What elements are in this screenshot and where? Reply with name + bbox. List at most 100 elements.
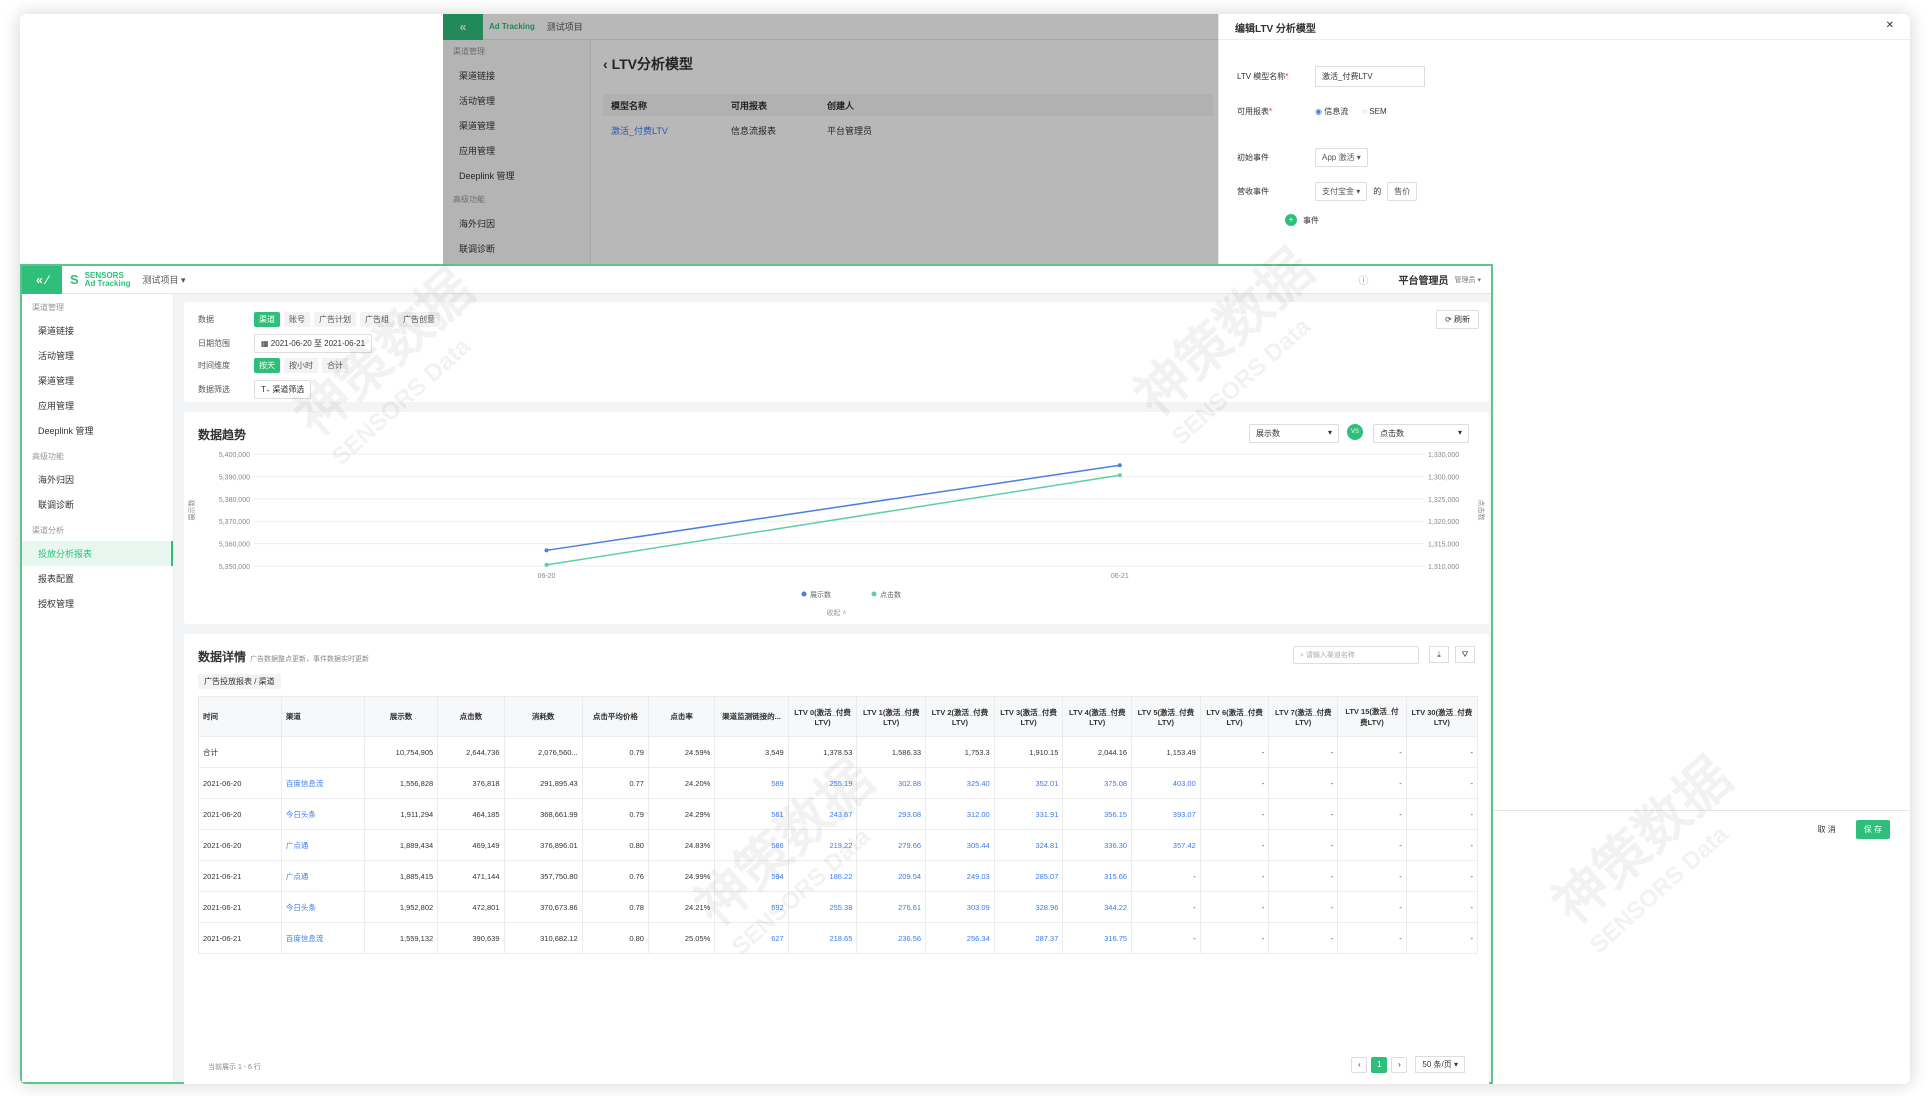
nav-item[interactable]: 海外归因 xyxy=(22,467,173,492)
page-1-button[interactable]: 1 xyxy=(1371,1056,1388,1073)
back-nav-item[interactable]: Deeplink 管理 xyxy=(443,163,590,188)
column-header[interactable]: 渠道监测链接的... xyxy=(714,696,789,737)
save-button[interactable]: 保 存 xyxy=(1855,820,1890,839)
init-event-select[interactable]: App 激活 ▾ xyxy=(1315,148,1368,167)
table-cell[interactable]: 287.37 xyxy=(993,922,1064,954)
column-header[interactable]: 点击数 xyxy=(437,696,505,737)
column-header[interactable]: LTV 15(激活_付费LTV) xyxy=(1337,696,1407,737)
column-header[interactable]: 渠道 xyxy=(280,696,365,737)
revenue-event-select[interactable]: 支付宝金 ▾ xyxy=(1315,182,1368,201)
column-header[interactable]: LTV 1(激活_付费LTV) xyxy=(856,696,927,737)
channel-filter-button[interactable]: T₊ 渠道筛选 xyxy=(254,380,312,399)
column-header[interactable]: LTV 6(激活_付费LTV) xyxy=(1199,696,1270,737)
table-cell[interactable]: 236.56 xyxy=(856,922,927,954)
table-cell[interactable]: 广点通 xyxy=(280,829,365,861)
add-event-button[interactable]: + 事件 xyxy=(1285,214,1319,226)
column-header[interactable]: LTV 4(激活_付费LTV) xyxy=(1062,696,1133,737)
table-cell[interactable]: 331.91 xyxy=(993,798,1064,830)
nav-item[interactable]: Deeplink 管理 xyxy=(22,418,173,443)
column-header[interactable]: 点击率 xyxy=(647,696,716,737)
table-cell[interactable]: 403.00 xyxy=(1131,767,1201,799)
back-project[interactable]: 测试项目 xyxy=(547,20,583,33)
column-header[interactable]: LTV 30(激活_付费LTV) xyxy=(1405,696,1479,737)
radio-info-flow[interactable]: ◉ 信息流 xyxy=(1315,106,1348,117)
table-cell[interactable]: 303.09 xyxy=(925,891,995,923)
back-nav-item[interactable]: 渠道链接 xyxy=(443,63,590,88)
table-cell[interactable]: 293.08 xyxy=(856,798,927,830)
table-cell[interactable]: 249.03 xyxy=(925,860,995,892)
table-cell[interactable]: 302.88 xyxy=(856,767,927,799)
collapse-toggle[interactable]: 收起 ˄ xyxy=(184,608,1489,618)
table-cell[interactable]: 255.19 xyxy=(787,767,858,799)
download-icon[interactable]: ⤓ xyxy=(1429,646,1449,663)
table-cell[interactable]: 今日头条 xyxy=(280,891,365,923)
column-header[interactable]: LTV 0(激活_付费LTV) xyxy=(787,696,858,737)
revenue-prop-select[interactable]: 售价 xyxy=(1387,182,1418,201)
table-cell[interactable]: 285.07 xyxy=(993,860,1064,892)
nav-item[interactable]: 渠道链接 xyxy=(22,318,173,343)
nav-item[interactable]: 应用管理 xyxy=(22,393,173,418)
back-nav-item[interactable]: 应用管理 xyxy=(443,138,590,163)
user-name[interactable]: 平台管理员 xyxy=(1399,272,1449,287)
table-cell[interactable]: 256.34 xyxy=(925,922,995,954)
table-cell[interactable]: 305.44 xyxy=(925,829,995,861)
table-cell[interactable]: 344.22 xyxy=(1062,891,1133,923)
column-header[interactable]: LTV 7(激活_付费LTV) xyxy=(1268,696,1339,737)
nav-item[interactable]: 活动管理 xyxy=(22,343,173,368)
channel-search-input[interactable]: ⌕ 请输入渠道名称 xyxy=(1293,646,1419,664)
back-nav-item[interactable]: 渠道管理 xyxy=(443,113,590,138)
table-cell[interactable]: 328.96 xyxy=(993,891,1064,923)
filter-funnel-icon[interactable]: ⛛ xyxy=(1455,646,1475,663)
table-cell[interactable]: 356.15 xyxy=(1062,798,1133,830)
tag-plan[interactable]: 广告计划 xyxy=(314,312,356,327)
table-cell[interactable]: 243.67 xyxy=(787,798,858,830)
nav-item[interactable]: 投放分析报表 xyxy=(22,541,173,566)
user-role[interactable]: 管理员 ▾ xyxy=(1455,275,1481,285)
column-header[interactable]: LTV 2(激活_付费LTV) xyxy=(925,696,995,737)
table-cell[interactable]: 广点通 xyxy=(280,860,365,892)
date-range-picker[interactable]: ▦ 2021-06-20 至 2021-06-21 xyxy=(254,334,373,353)
nav-item[interactable]: 渠道管理 xyxy=(22,368,173,393)
nav-item[interactable]: 联调诊断 xyxy=(22,492,173,517)
tag-by-day[interactable]: 按天 xyxy=(254,358,280,373)
help-icon[interactable]: ⓘ xyxy=(1359,272,1369,287)
column-header[interactable]: 点击平均价格 xyxy=(581,696,649,737)
table-cell[interactable]: 276.61 xyxy=(856,891,927,923)
tag-group[interactable]: 广告组 xyxy=(360,312,394,327)
column-header[interactable]: LTV 3(激活_付费LTV) xyxy=(993,696,1064,737)
back-nav-item[interactable]: 海外归因 xyxy=(443,211,590,236)
left-metric-select[interactable]: 展示数 ▾ xyxy=(1249,424,1339,443)
back-nav-item[interactable]: 活动管理 xyxy=(443,88,590,113)
collapse-logo[interactable]: « ⁄ xyxy=(22,265,62,294)
tag-total[interactable]: 合计 xyxy=(322,358,348,373)
table-cell[interactable]: 586 xyxy=(714,829,789,861)
page-size-select[interactable]: 50 条/页 ▾ xyxy=(1415,1056,1465,1073)
table-cell[interactable]: 627 xyxy=(714,922,789,954)
close-icon[interactable]: ✕ xyxy=(1886,20,1894,33)
tag-account[interactable]: 账号 xyxy=(284,312,310,327)
table-cell[interactable]: 325.40 xyxy=(925,767,995,799)
table-cell[interactable]: 315.66 xyxy=(1062,860,1133,892)
prev-page-button[interactable]: ‹ xyxy=(1351,1056,1368,1073)
refresh-button[interactable]: ⟳ 刷新 xyxy=(1436,310,1479,329)
table-cell[interactable]: 589 xyxy=(714,767,789,799)
table-cell[interactable]: 336.30 xyxy=(1062,829,1133,861)
table-cell[interactable]: 375.08 xyxy=(1062,767,1133,799)
table-cell[interactable]: 219.22 xyxy=(787,829,858,861)
table-cell[interactable]: 594 xyxy=(714,860,789,892)
table-cell[interactable]: 百度信息流 xyxy=(280,922,365,954)
project-select[interactable]: 测试项目 ▾ xyxy=(142,273,185,286)
table-cell[interactable]: 186.22 xyxy=(787,860,858,892)
table-cell[interactable]: 561 xyxy=(714,798,789,830)
breadcrumb-report[interactable]: 广告投放报表 xyxy=(204,677,252,686)
ltv-name-input[interactable]: 激活_付费LTV xyxy=(1315,66,1425,87)
tag-channel[interactable]: 渠道 xyxy=(254,312,280,327)
column-header[interactable]: LTV 5(激活_付费LTV) xyxy=(1131,696,1201,737)
table-cell[interactable]: 316.75 xyxy=(1062,922,1133,954)
table-cell[interactable]: 279.66 xyxy=(856,829,927,861)
next-page-button[interactable]: › xyxy=(1391,1056,1408,1073)
table-cell[interactable]: 324.81 xyxy=(993,829,1064,861)
column-header[interactable]: 消耗数 xyxy=(503,696,583,737)
nav-item[interactable]: 授权管理 xyxy=(22,591,173,616)
tag-by-hour[interactable]: 按小时 xyxy=(284,358,318,373)
